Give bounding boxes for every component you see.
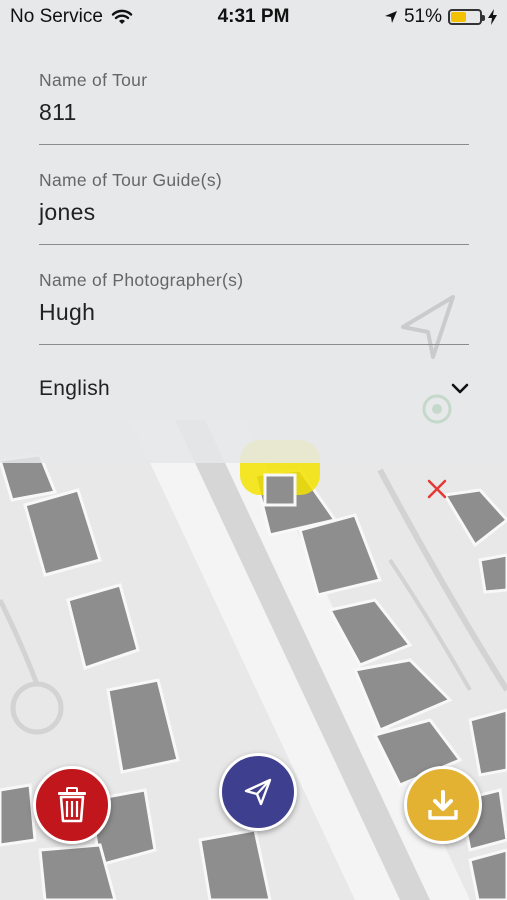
- tour-name-input[interactable]: 811: [39, 99, 469, 126]
- language-value: English: [39, 377, 110, 400]
- battery-level: [451, 12, 467, 22]
- tour-name-label: Name of Tour: [39, 70, 148, 90]
- tour-guide-label: Name of Tour Guide(s): [39, 170, 222, 190]
- tour-name-field[interactable]: Name of Tour 811: [39, 70, 469, 145]
- tour-guide-input[interactable]: jones: [39, 199, 469, 226]
- wifi-icon: [111, 9, 133, 24]
- send-button[interactable]: [219, 753, 297, 831]
- photographer-label: Name of Photographer(s): [39, 270, 244, 290]
- download-icon: [428, 790, 458, 820]
- photographer-input[interactable]: Hugh: [39, 299, 469, 326]
- close-marker-icon[interactable]: [426, 478, 448, 500]
- location-arrow-icon: [384, 11, 397, 23]
- send-icon: [244, 778, 272, 806]
- download-button[interactable]: [404, 766, 482, 844]
- battery-percent: 51%: [403, 6, 442, 27]
- delete-button[interactable]: [33, 766, 111, 844]
- charging-bolt-icon: [488, 9, 497, 25]
- tour-guide-field[interactable]: Name of Tour Guide(s) jones: [39, 170, 469, 245]
- tour-form-panel: Name of Tour 811 Name of Tour Guide(s) j…: [0, 0, 507, 463]
- battery-icon: [448, 9, 485, 25]
- language-select[interactable]: English: [39, 374, 469, 404]
- trash-icon: [58, 787, 86, 823]
- carrier-label: No Service: [10, 6, 103, 27]
- status-bar: No Service 4:31 PM 51%: [0, 0, 507, 34]
- photographer-field[interactable]: Name of Photographer(s) Hugh: [39, 270, 469, 345]
- chevron-down-icon[interactable]: [451, 383, 469, 395]
